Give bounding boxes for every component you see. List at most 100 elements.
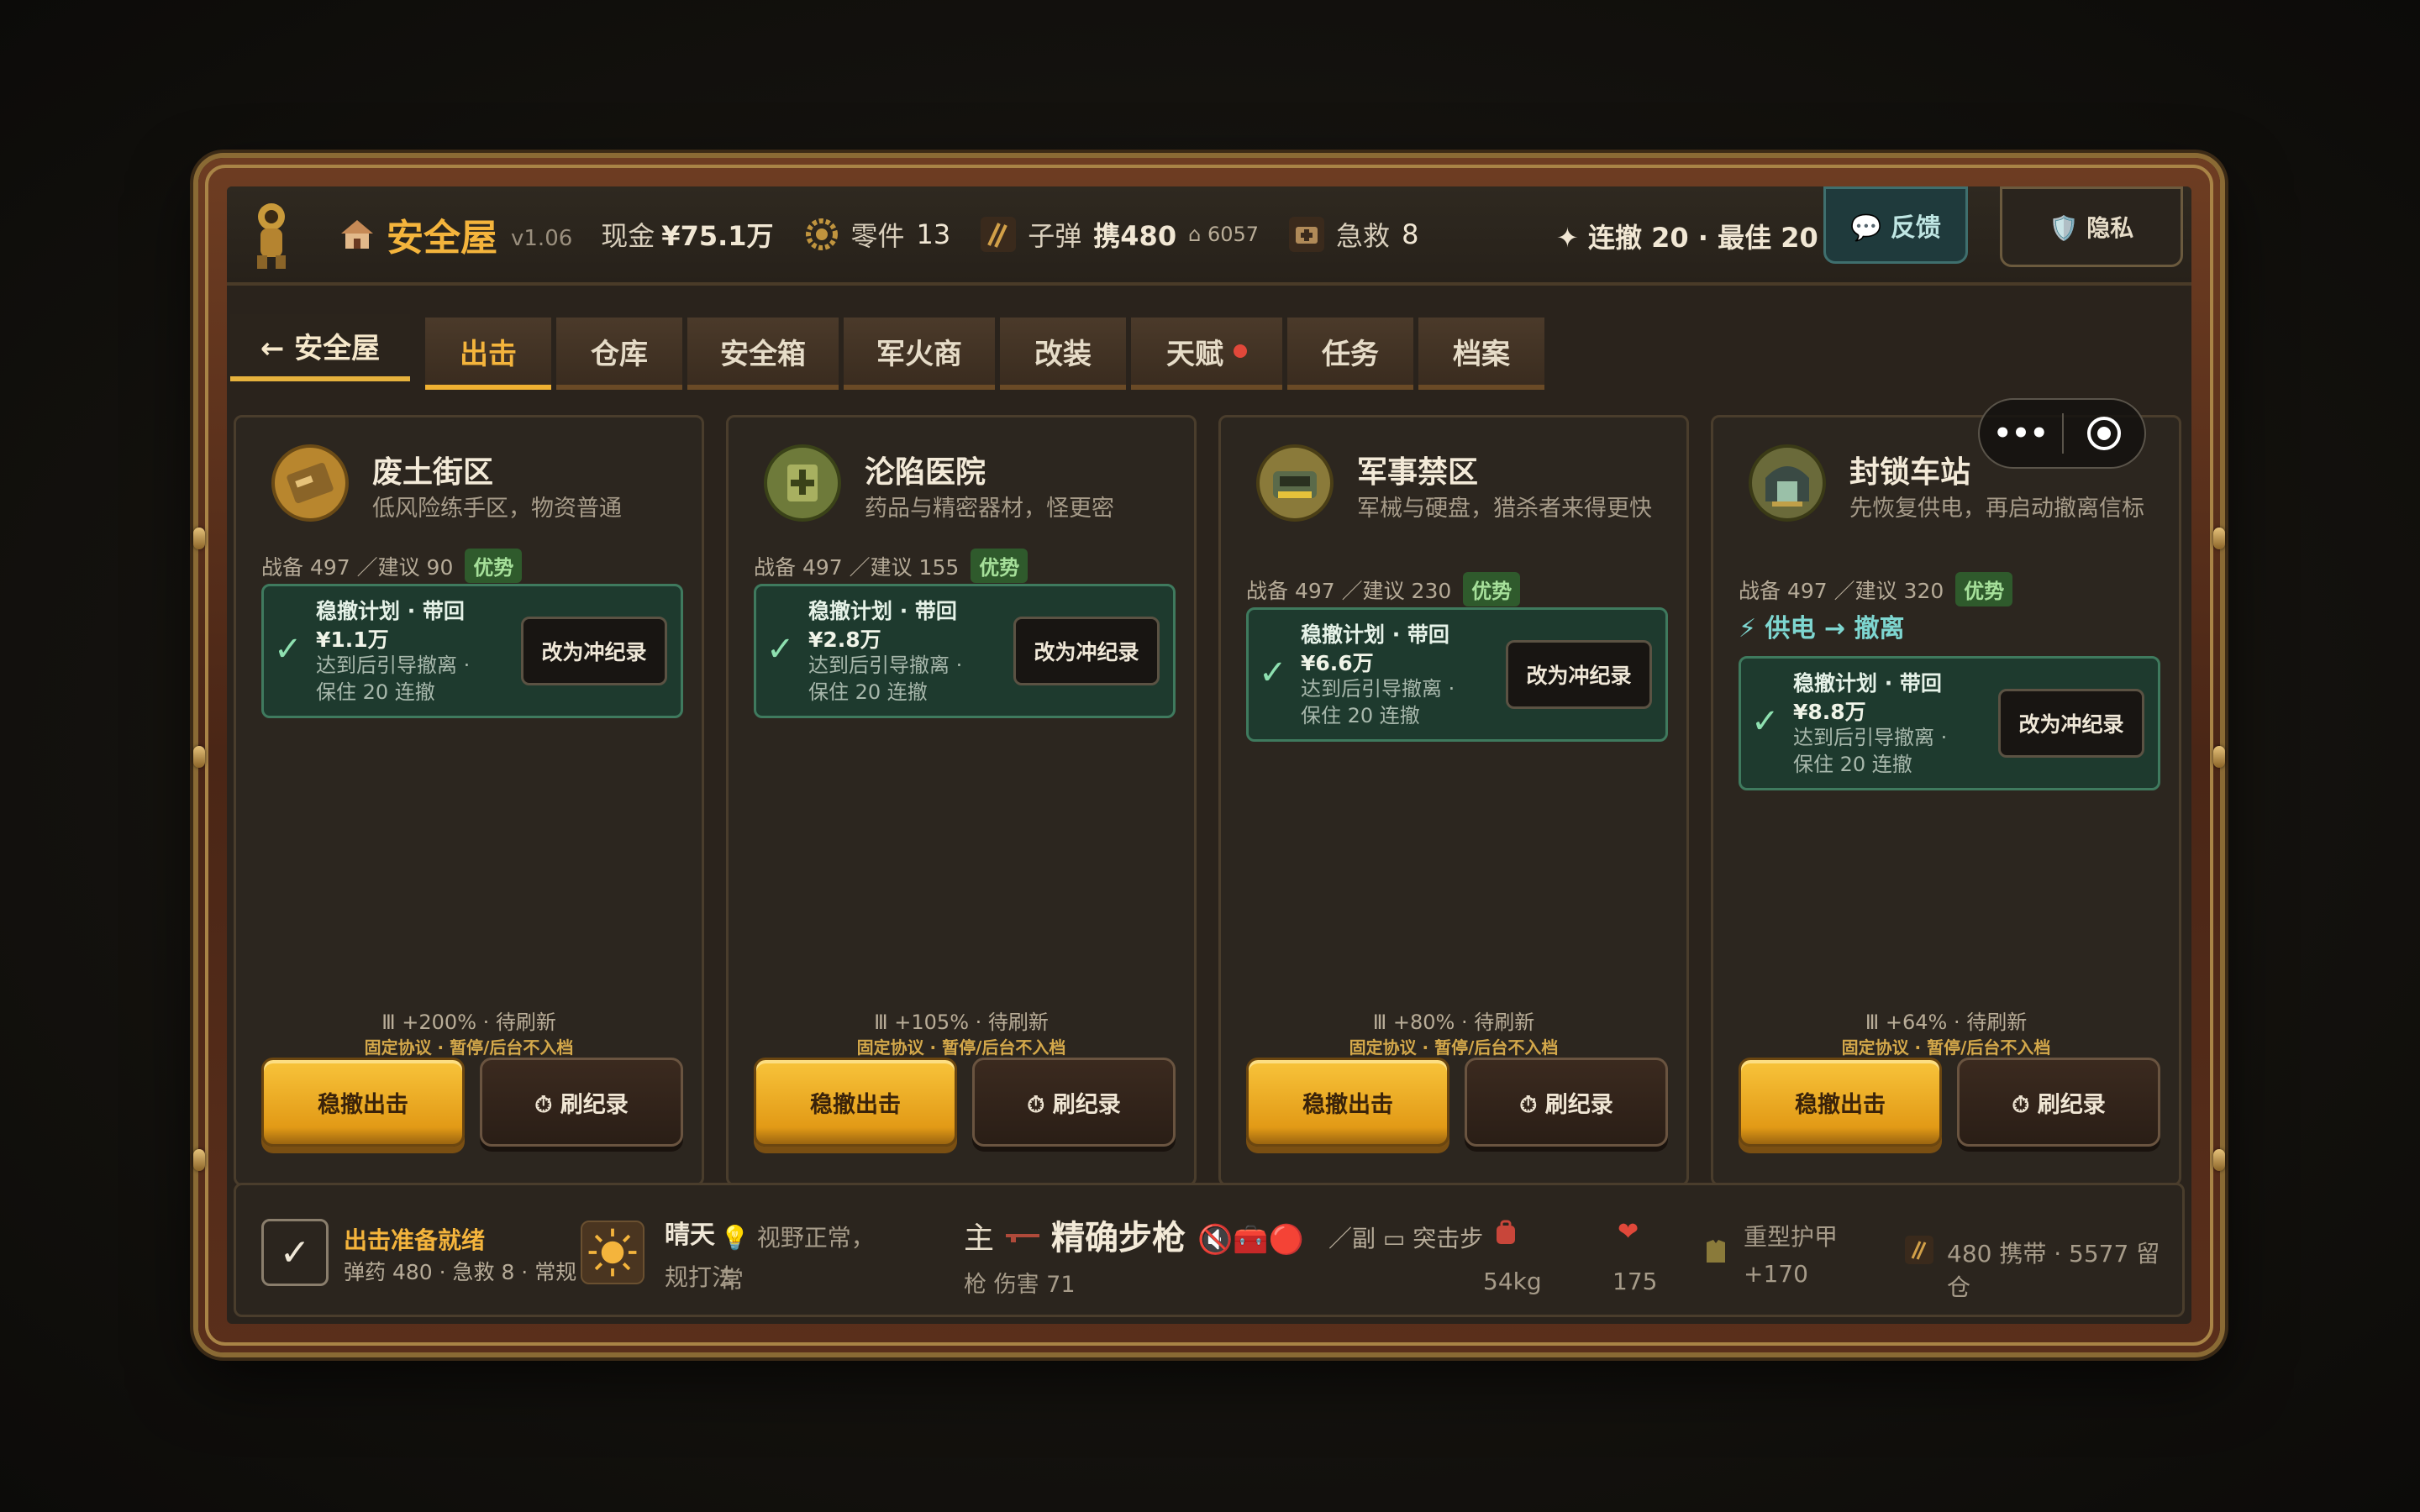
zone-name: 军事禁区 bbox=[1357, 455, 1479, 490]
page-title: 安全屋 bbox=[387, 217, 497, 260]
record-run-label: ⏱ 刷纪录 bbox=[1027, 1091, 1121, 1118]
zone-protocol: 固定协议 · 暂停/后台不入档 bbox=[856, 1037, 1066, 1058]
zone-protocol: 固定协议 · 暂停/后台不入档 bbox=[364, 1037, 574, 1058]
zone-readiness: 战备 497 ／建议 155 bbox=[754, 554, 960, 580]
gear-icon bbox=[805, 218, 838, 250]
bullets-icon bbox=[981, 217, 1017, 252]
secondary-weapon[interactable]: ／副 ▭ 突击步 bbox=[1328, 1221, 1483, 1254]
tab-arms-dealer[interactable]: 军火商 bbox=[844, 318, 995, 390]
check-icon: ✓ bbox=[1751, 702, 1780, 741]
weather-label: 晴天 bbox=[665, 1221, 715, 1250]
tab-missions[interactable]: 任务 bbox=[1287, 318, 1413, 390]
safe-extract-plan: ✓ 稳撤计划 · 带回 ¥1.1万 达到后引导撤离 · 保住 20 连撤 改为冲… bbox=[261, 584, 683, 718]
check-icon: ✓ bbox=[1259, 654, 1287, 692]
plan-amount: ¥8.8万 bbox=[1793, 700, 1866, 724]
backpack-icon bbox=[1497, 1220, 1515, 1244]
record-run-button[interactable]: ⏱ 刷纪录 bbox=[1957, 1058, 2160, 1147]
record-run-button[interactable]: ⏱ 刷纪录 bbox=[480, 1058, 683, 1147]
ammo-carry: 携480 bbox=[1093, 220, 1177, 252]
safe-extract-plan: ✓ 稳撤计划 · 带回 ¥6.6万 达到后引导撤离 · 保住 20 连撤 改为冲… bbox=[1246, 607, 1668, 742]
more-menu-button[interactable]: ••• bbox=[1980, 417, 2062, 450]
back-to-safehouse-button[interactable]: ← 安全屋 bbox=[230, 314, 410, 381]
cash-stat: 现金 ¥75.1万 bbox=[601, 215, 773, 254]
health-value: 175 bbox=[1612, 1268, 1658, 1295]
wasteland-emblem-icon bbox=[271, 444, 349, 522]
privacy-button[interactable]: 🛡️ 隐私 bbox=[2000, 186, 2183, 267]
game-frame: 安全屋 v1.06 现金 ¥75.1万 零件 13 子弹 携480 ⌂ 6057… bbox=[193, 158, 2225, 1352]
power-objective: ⚡ 供电 → 撤离 bbox=[1739, 614, 1905, 643]
zone-stats: 战备 497 ／建议 90 优势 bbox=[261, 549, 523, 583]
safe-sortie-button[interactable]: 稳撤出击 bbox=[754, 1058, 957, 1147]
tab-modify[interactable]: 改装 bbox=[1000, 318, 1126, 390]
heart-icon: ❤ bbox=[1618, 1217, 1639, 1247]
zone-card-wasteland[interactable]: 废土街区 低风险练手区，物资普通 战备 497 ／建议 90 优势 ✓ 稳撤计划… bbox=[234, 415, 704, 1186]
aid-label: 急救 bbox=[1336, 220, 1391, 252]
tab-safe-box[interactable]: 安全箱 bbox=[687, 318, 839, 390]
ammo-stash: ⌂ 6057 bbox=[1188, 223, 1260, 246]
frame-rivet bbox=[2213, 528, 2225, 549]
record-run-button[interactable]: ⏱ 刷纪录 bbox=[1465, 1058, 1668, 1147]
plan-note: 达到后引导撤离 · 保住 20 连撤 bbox=[1301, 677, 1455, 727]
safe-sortie-button[interactable]: 稳撤出击 bbox=[1739, 1058, 1942, 1147]
mini-program-capsule: ••• bbox=[1978, 398, 2146, 469]
sun-icon bbox=[581, 1221, 644, 1284]
zone-readiness: 战备 497 ／建议 320 bbox=[1739, 578, 1944, 603]
switch-to-record-button[interactable]: 改为冲纪录 bbox=[521, 617, 667, 685]
record-run-button[interactable]: ⏱ 刷纪录 bbox=[972, 1058, 1176, 1147]
safe-extract-plan: ✓ 稳撤计划 · 带回 ¥8.8万 达到后引导撤离 · 保住 20 连撤 改为冲… bbox=[1739, 656, 2160, 790]
house-icon bbox=[341, 220, 373, 249]
tab-sortie[interactable]: 出击 bbox=[425, 318, 551, 390]
armor-value: 重型护甲 +170 bbox=[1744, 1223, 1839, 1288]
plan-title: 稳撤计划 · 带回 bbox=[1301, 622, 1449, 647]
military-emblem-icon bbox=[1256, 444, 1334, 522]
zone-protocol: 固定协议 · 暂停/后台不入档 bbox=[1841, 1037, 2051, 1058]
check-icon: ✓ bbox=[766, 630, 795, 669]
station-emblem-icon bbox=[1749, 444, 1826, 522]
tab-warehouse[interactable]: 仓库 bbox=[556, 318, 682, 390]
zone-card-station[interactable]: 封锁车站 先恢复供电，再启动撤离信标 战备 497 ／建议 320 优势 ⚡ 供… bbox=[1711, 415, 2181, 1186]
advantage-badge: 优势 bbox=[1463, 572, 1521, 606]
armor-icon bbox=[1707, 1240, 1725, 1263]
zone-protocol: 固定协议 · 暂停/后台不入档 bbox=[1349, 1037, 1559, 1058]
medkit-icon bbox=[1289, 217, 1325, 252]
safe-sortie-button[interactable]: 稳撤出击 bbox=[1246, 1058, 1449, 1147]
ready-summary: 弹药 480 · 急救 8 · 常规 bbox=[344, 1260, 577, 1284]
tab-talent-label: 天赋 bbox=[1166, 337, 1223, 371]
plan-title: 稳撤计划 · 带回 bbox=[1793, 671, 1942, 696]
zone-stats: 战备 497 ／建议 155 优势 bbox=[754, 549, 1028, 583]
safe-sortie-button[interactable]: 稳撤出击 bbox=[261, 1058, 465, 1147]
game-panel: 安全屋 v1.06 现金 ¥75.1万 零件 13 子弹 携480 ⌂ 6057… bbox=[227, 186, 2191, 1324]
zone-modifier: Ⅲ +64% · 待刷新 bbox=[1865, 1011, 2028, 1034]
hospital-emblem-icon bbox=[764, 444, 841, 522]
zone-modifier: Ⅲ +200% · 待刷新 bbox=[381, 1011, 556, 1034]
zone-card-hospital[interactable]: 沦陷医院 药品与精密器材，怪更密 战备 497 ／建议 155 优势 ✓ 稳撤计… bbox=[726, 415, 1197, 1186]
zone-modifier: Ⅲ +105% · 待刷新 bbox=[874, 1011, 1049, 1034]
zone-card-military[interactable]: 军事禁区 军械与硬盘，猎杀者来得更快 战备 497 ／建议 230 优势 ✓ 稳… bbox=[1218, 415, 1689, 1186]
switch-to-record-button[interactable]: 改为冲纪录 bbox=[1998, 689, 2144, 758]
feedback-button[interactable]: 💬 反馈 bbox=[1823, 186, 1968, 264]
ammo-label: 子弹 bbox=[1028, 220, 1082, 252]
ammo-summary: 480 携带 · 5577 留仓 bbox=[1947, 1240, 2160, 1301]
record-run-label: ⏱ 刷纪录 bbox=[534, 1091, 629, 1118]
top-bar: 安全屋 v1.06 现金 ¥75.1万 零件 13 子弹 携480 ⌂ 6057… bbox=[227, 186, 2191, 286]
switch-to-record-button[interactable]: 改为冲纪录 bbox=[1506, 640, 1652, 709]
zone-stats: 战备 497 ／建议 230 优势 bbox=[1246, 572, 1521, 606]
frame-rivet bbox=[193, 1149, 205, 1171]
plan-amount: ¥6.6万 bbox=[1301, 651, 1374, 675]
tab-talent[interactable]: 天赋 bbox=[1131, 318, 1282, 390]
ammo-stat: 子弹 携480 ⌂ 6057 bbox=[979, 215, 1259, 254]
weather-description-cont: 规打法 bbox=[665, 1263, 736, 1291]
survivor-avatar-icon[interactable] bbox=[242, 197, 301, 272]
weapon-attachments-icons: 🔇🧰🔴 bbox=[1197, 1223, 1304, 1257]
aid-stat: 急救 8 bbox=[1287, 215, 1418, 254]
tab-archive[interactable]: 档案 bbox=[1418, 318, 1544, 390]
switch-to-record-button[interactable]: 改为冲纪录 bbox=[1013, 617, 1160, 685]
close-target-button[interactable] bbox=[2064, 415, 2144, 452]
plan-note: 达到后引导撤离 · 保住 20 连撤 bbox=[1793, 726, 1948, 776]
plan-note: 达到后引导撤离 · 保住 20 连撤 bbox=[316, 654, 471, 704]
parts-stat: 零件 13 bbox=[802, 215, 950, 254]
zone-modifier: Ⅲ +80% · 待刷新 bbox=[1372, 1011, 1535, 1034]
zone-name: 沦陷医院 bbox=[865, 455, 986, 490]
advantage-badge: 优势 bbox=[465, 549, 523, 583]
primary-weapon-name[interactable]: 精确步枪 🔇🧰🔴 bbox=[1051, 1210, 1304, 1259]
